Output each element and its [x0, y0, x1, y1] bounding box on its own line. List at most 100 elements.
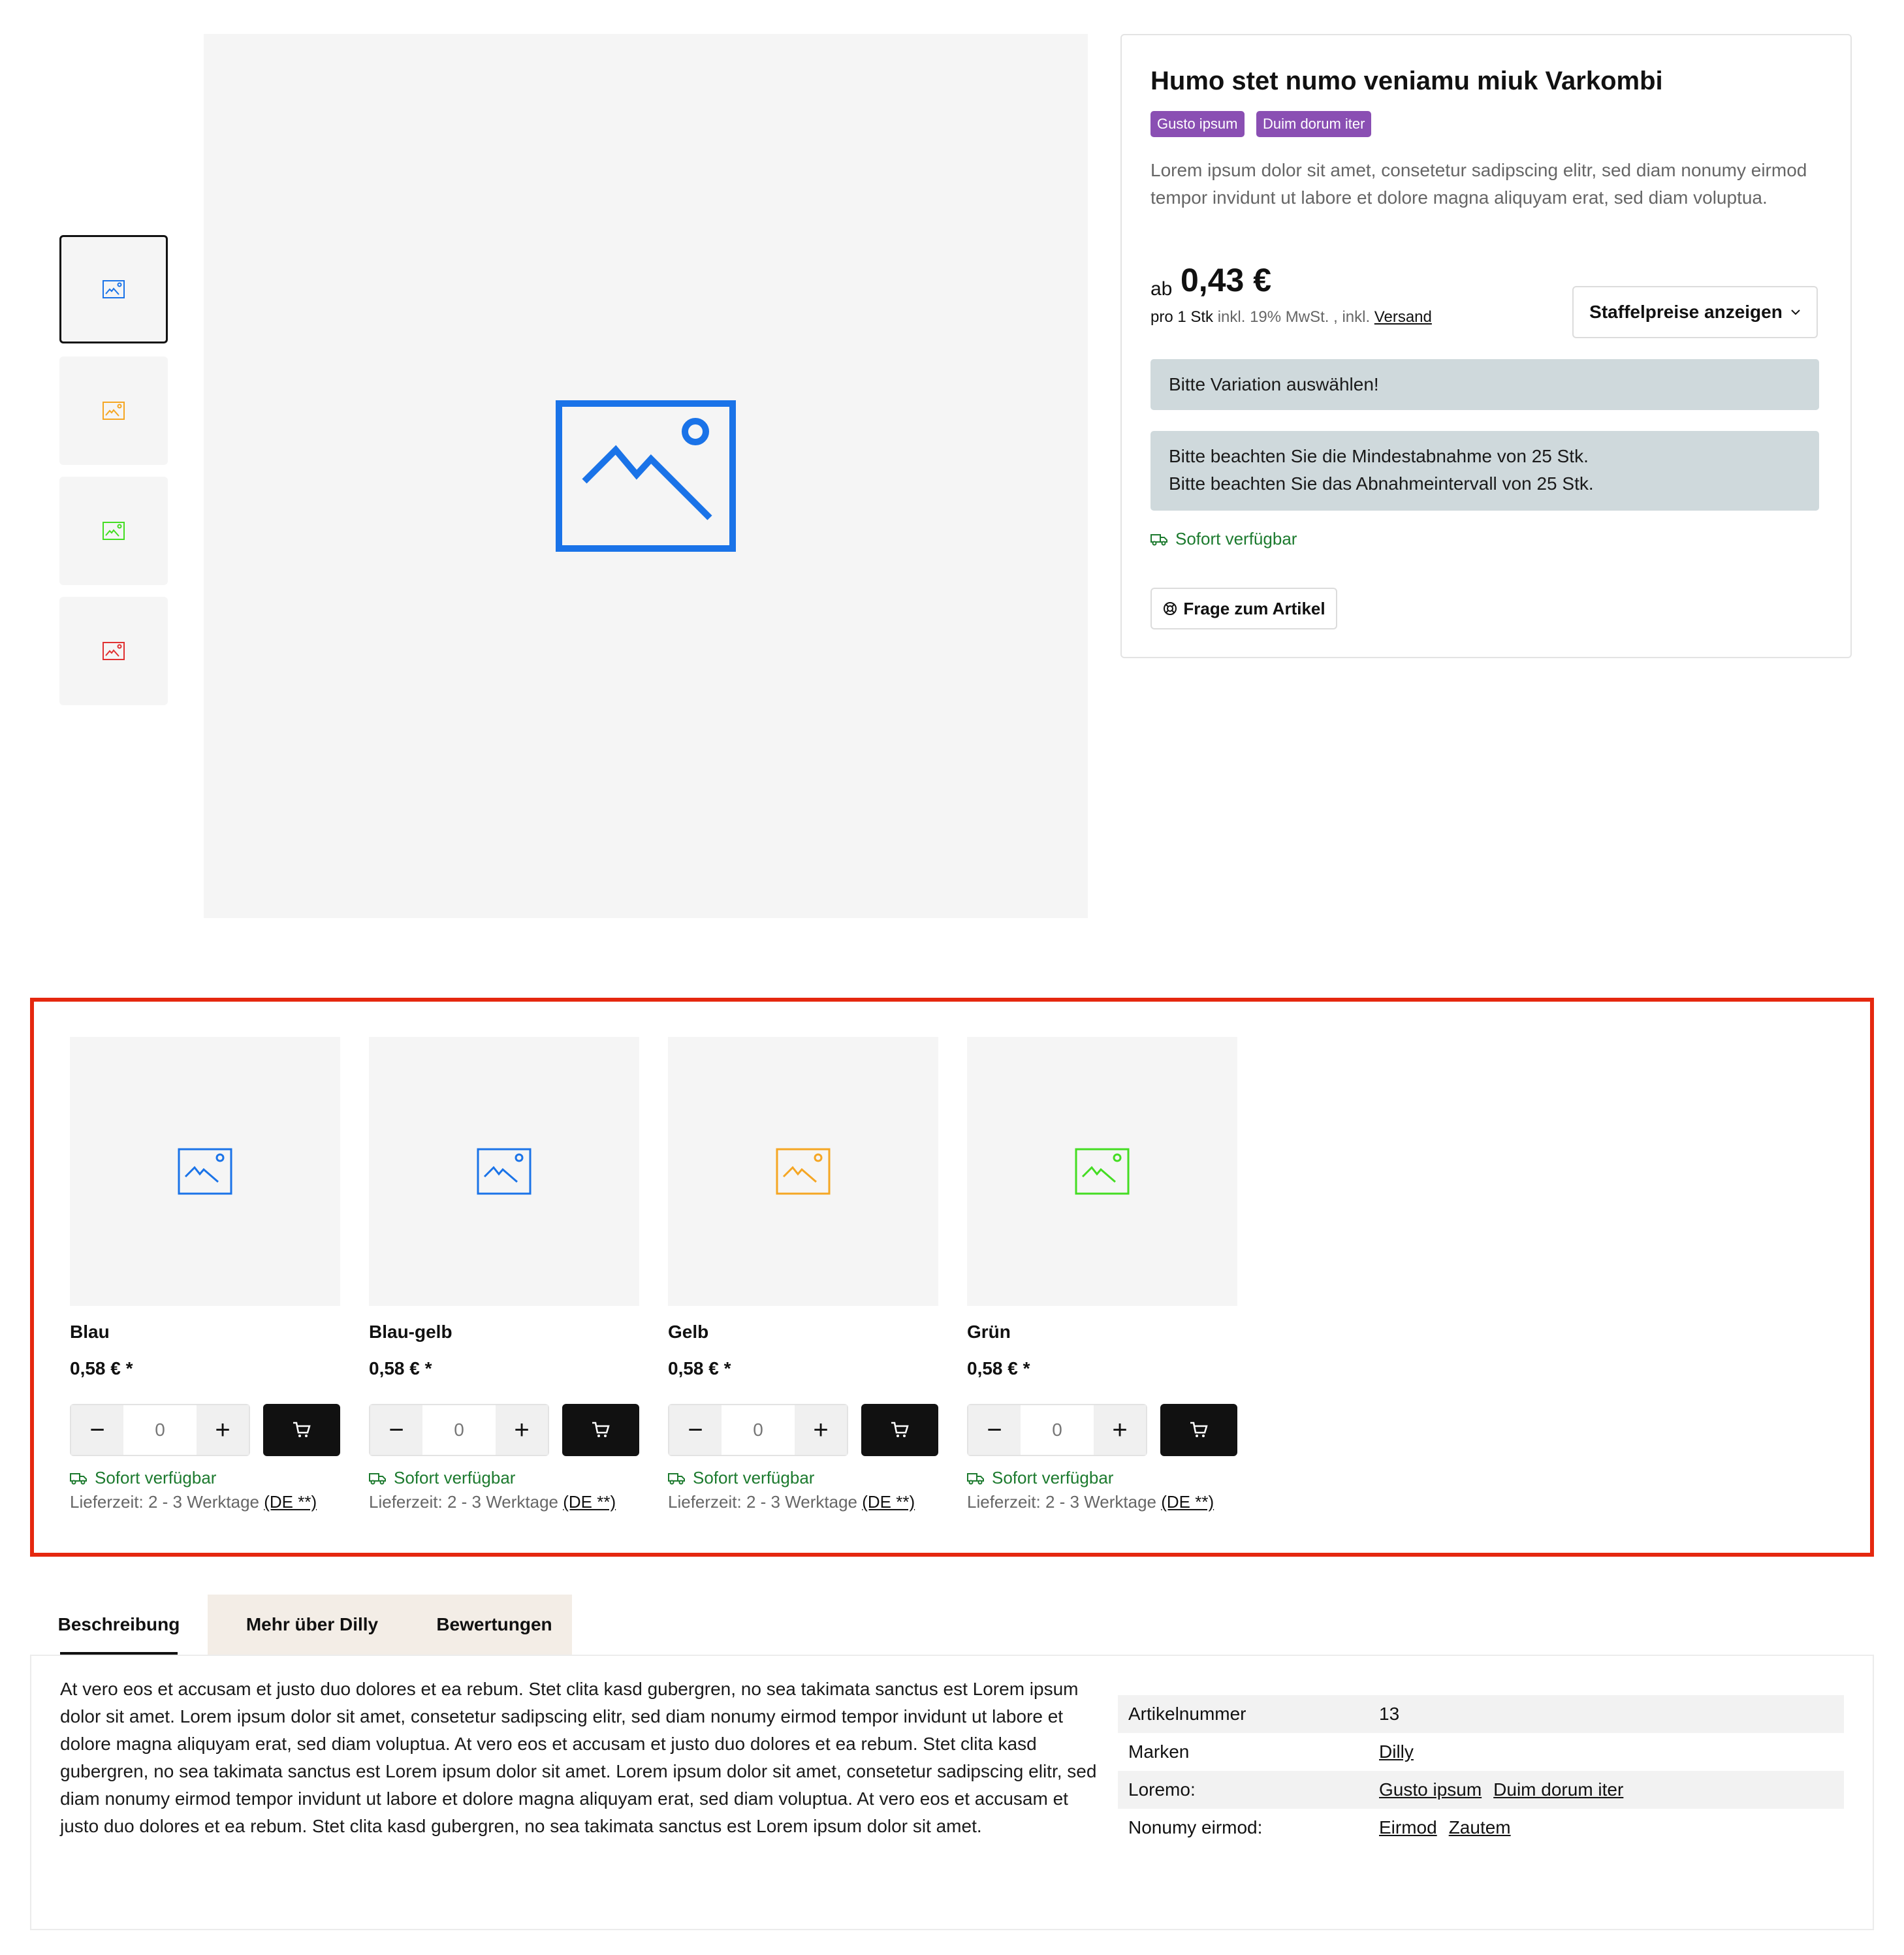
availability-text: Sofort verfügbar	[95, 1468, 217, 1487]
delivery-time: Lieferzeit: 2 - 3 Werktage (DE **)	[967, 1492, 1237, 1512]
image-icon	[776, 1148, 831, 1195]
property-key: Nonumy eirmod:	[1128, 1817, 1263, 1837]
variation-image[interactable]	[967, 1037, 1237, 1306]
quantity-stepper: − 0 +	[369, 1404, 550, 1456]
long-description: At vero eos et accusam et justo duo dolo…	[60, 1679, 1097, 1836]
tab-mehr-ueber-dilly[interactable]: Mehr über Dilly	[208, 1595, 417, 1655]
cart-icon	[891, 1422, 909, 1437]
variation-card-blau: Blau 0,58 € * − 0 + Sofort verfügbar Lie…	[70, 1037, 340, 1512]
chevron-down-icon	[1791, 310, 1800, 315]
quantity-input[interactable]: 0	[422, 1405, 496, 1455]
delivery-text: Lieferzeit: 2 - 3 Werktage	[967, 1492, 1162, 1512]
decrease-button[interactable]: −	[669, 1405, 722, 1455]
property-row: Loremo: Gusto ipsum Duim dorum iter	[1118, 1771, 1844, 1809]
add-to-cart-button[interactable]	[1160, 1404, 1237, 1456]
availability: Sofort verfügbar	[1150, 529, 1297, 549]
variation-availability: Sofort verfügbar	[369, 1468, 639, 1488]
increase-button[interactable]: +	[496, 1405, 548, 1455]
image-icon	[477, 1148, 532, 1195]
variation-price: 0,58 € *	[668, 1358, 731, 1378]
unit-label: pro 1 Stk	[1150, 308, 1214, 326]
delivery-link[interactable]: (DE **)	[563, 1492, 616, 1512]
add-to-cart-button[interactable]	[562, 1404, 639, 1456]
property-link[interactable]: Dilly	[1379, 1741, 1414, 1762]
image-icon	[103, 522, 125, 540]
variation-image[interactable]	[70, 1037, 340, 1306]
question-button[interactable]: Frage zum Artikel	[1150, 588, 1337, 629]
alert-min-order-text: Bitte beachten Sie die Mindestabnahme vo…	[1169, 446, 1589, 466]
tier-prices-button[interactable]: Staffelpreise anzeigen	[1572, 286, 1818, 338]
availability-text: Sofort verfügbar	[693, 1468, 815, 1487]
thumbnail-1[interactable]	[59, 235, 168, 343]
delivery-text: Lieferzeit: 2 - 3 Werktage	[668, 1492, 863, 1512]
delivery-link[interactable]: (DE **)	[1161, 1492, 1214, 1512]
badge-duim-dorum-iter: Duim dorum iter	[1256, 111, 1372, 137]
tab-bar: Beschreibung Mehr über Dilly Bewertungen	[30, 1595, 572, 1655]
property-row: Artikelnummer 13	[1118, 1695, 1844, 1733]
tier-prices-label: Staffelpreise anzeigen	[1589, 302, 1783, 322]
variation-name: Blau-gelb	[369, 1322, 452, 1342]
property-link[interactable]: Gusto ipsum	[1379, 1779, 1482, 1800]
availability-text: Sofort verfügbar	[992, 1468, 1114, 1487]
property-key: Loremo:	[1128, 1779, 1196, 1800]
truck-icon	[369, 1472, 386, 1484]
alert-interval-text: Bitte beachten Sie das Abnahmeintervall …	[1169, 473, 1594, 494]
alert-select-variation: Bitte Variation auswählen!	[1150, 359, 1819, 410]
variation-image[interactable]	[668, 1037, 938, 1306]
alert-select-variation-text: Bitte Variation auswählen!	[1169, 374, 1379, 394]
delivery-time: Lieferzeit: 2 - 3 Werktage (DE **)	[70, 1492, 340, 1512]
image-icon	[103, 402, 125, 420]
delivery-link[interactable]: (DE **)	[264, 1492, 317, 1512]
increase-button[interactable]: +	[1094, 1405, 1147, 1455]
property-row: Marken Dilly	[1118, 1733, 1844, 1771]
thumbnail-2[interactable]	[59, 357, 168, 465]
unit-tax-line: pro 1 Stk inkl. 19% MwSt. , inkl. Versan…	[1150, 308, 1432, 326]
delivery-link[interactable]: (DE **)	[862, 1492, 915, 1512]
variation-availability: Sofort verfügbar	[70, 1468, 340, 1488]
quantity-stepper: − 0 +	[967, 1404, 1148, 1456]
property-key: Artikelnummer	[1128, 1704, 1246, 1724]
tax-text: inkl. 19% MwSt. , inkl.	[1213, 308, 1374, 326]
variation-price: 0,58 € *	[369, 1358, 432, 1378]
properties-table: Artikelnummer 13 Marken Dilly Loremo: Gu…	[1118, 1695, 1844, 1847]
truck-icon	[668, 1472, 685, 1484]
quantity-stepper: − 0 +	[668, 1404, 849, 1456]
availability-text: Sofort verfügbar	[394, 1468, 516, 1487]
badge-gusto-ipsum: Gusto ipsum	[1150, 111, 1245, 137]
quantity-input[interactable]: 0	[123, 1405, 197, 1455]
truck-icon	[70, 1472, 87, 1484]
image-icon	[556, 400, 736, 552]
price-prefix: ab	[1150, 278, 1173, 300]
short-description: Lorem ipsum dolor sit amet, consetetur s…	[1150, 160, 1807, 208]
product-price: 0,43 €	[1181, 262, 1272, 298]
tab-beschreibung[interactable]: Beschreibung	[30, 1595, 208, 1655]
decrease-button[interactable]: −	[71, 1405, 123, 1455]
increase-button[interactable]: +	[795, 1405, 848, 1455]
property-link[interactable]: Eirmod	[1379, 1817, 1437, 1838]
variation-card-blau-gelb: Blau-gelb 0,58 € * − 0 + Sofort verfügba…	[369, 1037, 639, 1512]
property-value: 13	[1379, 1704, 1400, 1724]
property-link[interactable]: Zautem	[1449, 1817, 1511, 1838]
decrease-button[interactable]: −	[370, 1405, 422, 1455]
variation-price: 0,58 € *	[70, 1358, 133, 1378]
image-icon	[103, 642, 125, 660]
quantity-input[interactable]: 0	[722, 1405, 795, 1455]
property-link[interactable]: Duim dorum iter	[1493, 1779, 1623, 1800]
add-to-cart-button[interactable]	[263, 1404, 340, 1456]
cart-icon	[1190, 1422, 1208, 1437]
buy-box: Humo stet numo veniamu miuk Varkombi Gus…	[1120, 34, 1852, 658]
decrease-button[interactable]: −	[968, 1405, 1021, 1455]
add-to-cart-button[interactable]	[861, 1404, 938, 1456]
shipping-link[interactable]: Versand	[1374, 308, 1432, 326]
variation-image[interactable]	[369, 1037, 639, 1306]
cart-icon	[293, 1422, 311, 1437]
main-product-image[interactable]	[204, 34, 1088, 918]
thumbnail-4[interactable]	[59, 597, 168, 705]
tab-bewertungen[interactable]: Bewertungen	[417, 1595, 572, 1655]
thumbnail-3[interactable]	[59, 477, 168, 585]
quantity-input[interactable]: 0	[1021, 1405, 1094, 1455]
image-icon	[178, 1148, 232, 1195]
variation-name: Blau	[70, 1322, 110, 1342]
increase-button[interactable]: +	[197, 1405, 249, 1455]
variation-availability: Sofort verfügbar	[967, 1468, 1237, 1488]
